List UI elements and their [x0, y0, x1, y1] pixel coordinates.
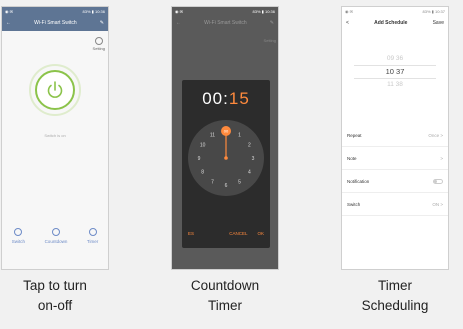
- page-title: Add Schedule: [374, 20, 408, 26]
- schedule-options: Repeat Once > Note > Notification Switch ON…: [342, 124, 448, 216]
- status-right: 83% ▮ 10:37: [422, 8, 445, 14]
- cancel-button[interactable]: CANCEL: [229, 231, 247, 236]
- dial-number[interactable]: 1: [238, 133, 241, 139]
- phone-schedule-screen: ◉ ✉ 83% ▮ 10:37 < Add Schedule Save 09 3…: [341, 6, 449, 270]
- picker-selected: 10 37: [354, 65, 436, 79]
- app-header: ◉ ✉ 83% ▮ 10:36 ← Wi-Fi Smart Switch ✎: [2, 7, 108, 31]
- caption-switch: Tap to turn on-off: [23, 278, 87, 313]
- status-right: 83% ▮ 10:36: [82, 8, 105, 14]
- status-icons: ◉ ✉: [345, 8, 353, 14]
- dial-selected-value: 00: [224, 128, 229, 133]
- nav-bar: ← Wi-Fi Smart Switch ✎: [2, 15, 108, 31]
- status-bar: ◉ ✉ 83% ▮ 10:36: [172, 7, 278, 15]
- notification-toggle[interactable]: [433, 178, 443, 184]
- switch-status: Switch is on: [44, 133, 66, 138]
- dial-number[interactable]: 8: [201, 170, 204, 176]
- dial-number[interactable]: 5: [238, 179, 241, 185]
- note-row[interactable]: Note >: [342, 147, 448, 170]
- dial-number[interactable]: 11: [210, 133, 215, 139]
- dial-number[interactable]: 10: [200, 143, 206, 149]
- setting-button[interactable]: Setting: [93, 37, 105, 51]
- dial-number[interactable]: 7: [211, 179, 214, 185]
- save-button[interactable]: Save: [433, 20, 444, 26]
- power-button[interactable]: [35, 70, 75, 110]
- tab-timer[interactable]: Timer: [87, 228, 98, 244]
- switch-icon: [14, 228, 23, 236]
- gear-icon: [94, 37, 103, 45]
- phone-switch-screen: ◉ ✉ 83% ▮ 10:36 ← Wi-Fi Smart Switch ✎ S…: [1, 6, 109, 270]
- es-button[interactable]: ES: [188, 231, 194, 236]
- ok-button[interactable]: OK: [257, 231, 264, 236]
- tab-countdown[interactable]: Countdown: [45, 228, 67, 244]
- countdown-dialog: 00:15 111098765432112 00 ES CANCEL OK: [182, 80, 270, 248]
- notification-row: Notification: [342, 170, 448, 193]
- switch-row[interactable]: Switch ON >: [342, 193, 448, 216]
- status-icons: ◉ ✉: [5, 8, 13, 14]
- countdown-display: 00:15: [202, 89, 250, 108]
- countdown-icon: [51, 228, 60, 236]
- dial-number[interactable]: 4: [248, 170, 251, 176]
- setting-label: Setting: [92, 46, 105, 51]
- status-bar: ◉ ✉ 83% ▮ 10:36: [2, 7, 108, 15]
- dial-number[interactable]: 3: [252, 156, 255, 162]
- countdown-hours: 00: [202, 89, 224, 108]
- caption-countdown: Countdown Timer: [190, 278, 260, 313]
- dial-number[interactable]: 9: [198, 156, 201, 162]
- dial-number[interactable]: 2: [248, 143, 251, 149]
- nav-bar: < Add Schedule Save: [342, 15, 448, 31]
- bottom-tabs: Switch Countdown Timer: [2, 228, 108, 244]
- dial-number[interactable]: 6: [225, 183, 228, 189]
- nav-bar: ← Wi-Fi Smart Switch ✎: [172, 15, 278, 31]
- status-icons: ◉ ✉: [175, 8, 183, 14]
- status-right: 83% ▮ 10:36: [252, 8, 275, 14]
- picker-prev: 09 36: [386, 55, 404, 62]
- page-title: Wi-Fi Smart Switch: [204, 20, 247, 26]
- timer-icon: [88, 228, 97, 236]
- page-title: Wi-Fi Smart Switch: [34, 20, 77, 26]
- dial-face: 111098765432112 00: [198, 126, 255, 189]
- power-icon: [47, 81, 63, 98]
- edit-icon[interactable]: ✎: [100, 20, 104, 26]
- dialog-buttons: ES CANCEL OK: [182, 231, 270, 236]
- clock-dial[interactable]: 111098765432112 00: [188, 120, 264, 196]
- countdown-minutes: 15: [228, 89, 250, 108]
- edit-icon[interactable]: ✎: [270, 20, 274, 26]
- time-picker[interactable]: 09 36 10 37 11 38: [354, 53, 436, 91]
- setting-label: Setting: [263, 38, 276, 43]
- caption-schedule: Timer Scheduling: [361, 278, 429, 313]
- tab-switch[interactable]: Switch: [12, 228, 25, 244]
- dial-center: [224, 156, 228, 160]
- picker-next: 11 38: [387, 81, 403, 88]
- repeat-row[interactable]: Repeat Once >: [342, 124, 448, 147]
- phone-countdown-screen: ◉ ✉ 83% ▮ 10:36 ← Wi-Fi Smart Switch ✎ S…: [171, 6, 279, 270]
- status-bar: ◉ ✉ 83% ▮ 10:37: [342, 7, 448, 15]
